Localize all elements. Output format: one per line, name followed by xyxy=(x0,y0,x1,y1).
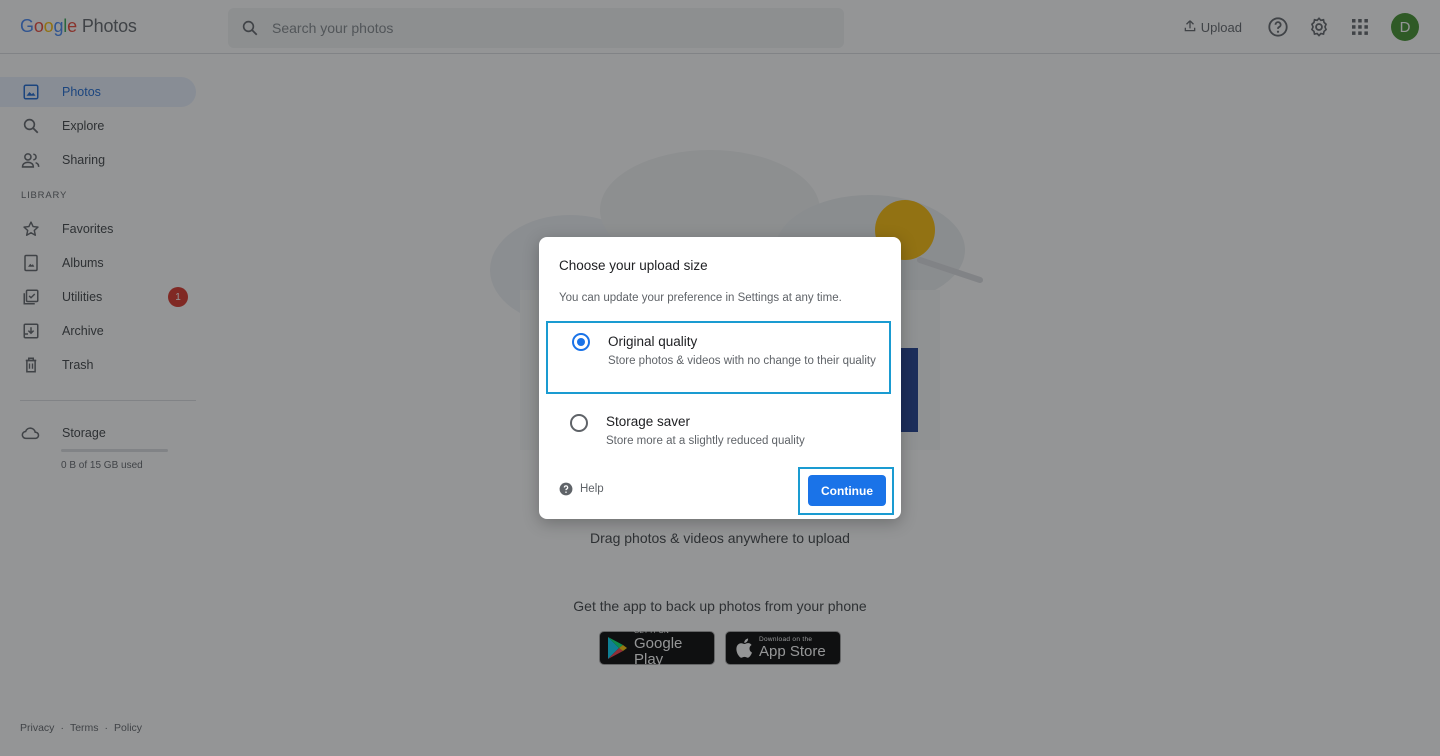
option-title: Storage saver xyxy=(606,414,691,429)
radio-storage-saver[interactable] xyxy=(570,414,588,432)
continue-highlight: Continue xyxy=(798,467,894,515)
option-description: Store more at a slightly reduced quality xyxy=(606,435,805,447)
help-link[interactable]: Help xyxy=(559,482,604,496)
dialog-subtitle: You can update your preference in Settin… xyxy=(559,292,842,304)
option-storage-saver[interactable]: Storage saver Store more at a slightly r… xyxy=(546,405,891,455)
radio-original-quality[interactable] xyxy=(572,333,590,351)
upload-size-dialog: Choose your upload size You can update y… xyxy=(539,237,901,519)
option-title: Original quality xyxy=(608,334,698,349)
help-icon xyxy=(559,482,573,496)
dialog-title: Choose your upload size xyxy=(559,258,708,273)
option-original-quality[interactable]: Original quality Store photos & videos w… xyxy=(546,321,891,394)
continue-button[interactable]: Continue xyxy=(808,475,886,506)
help-label: Help xyxy=(580,483,604,495)
option-description: Store photos & videos with no change to … xyxy=(608,355,876,367)
